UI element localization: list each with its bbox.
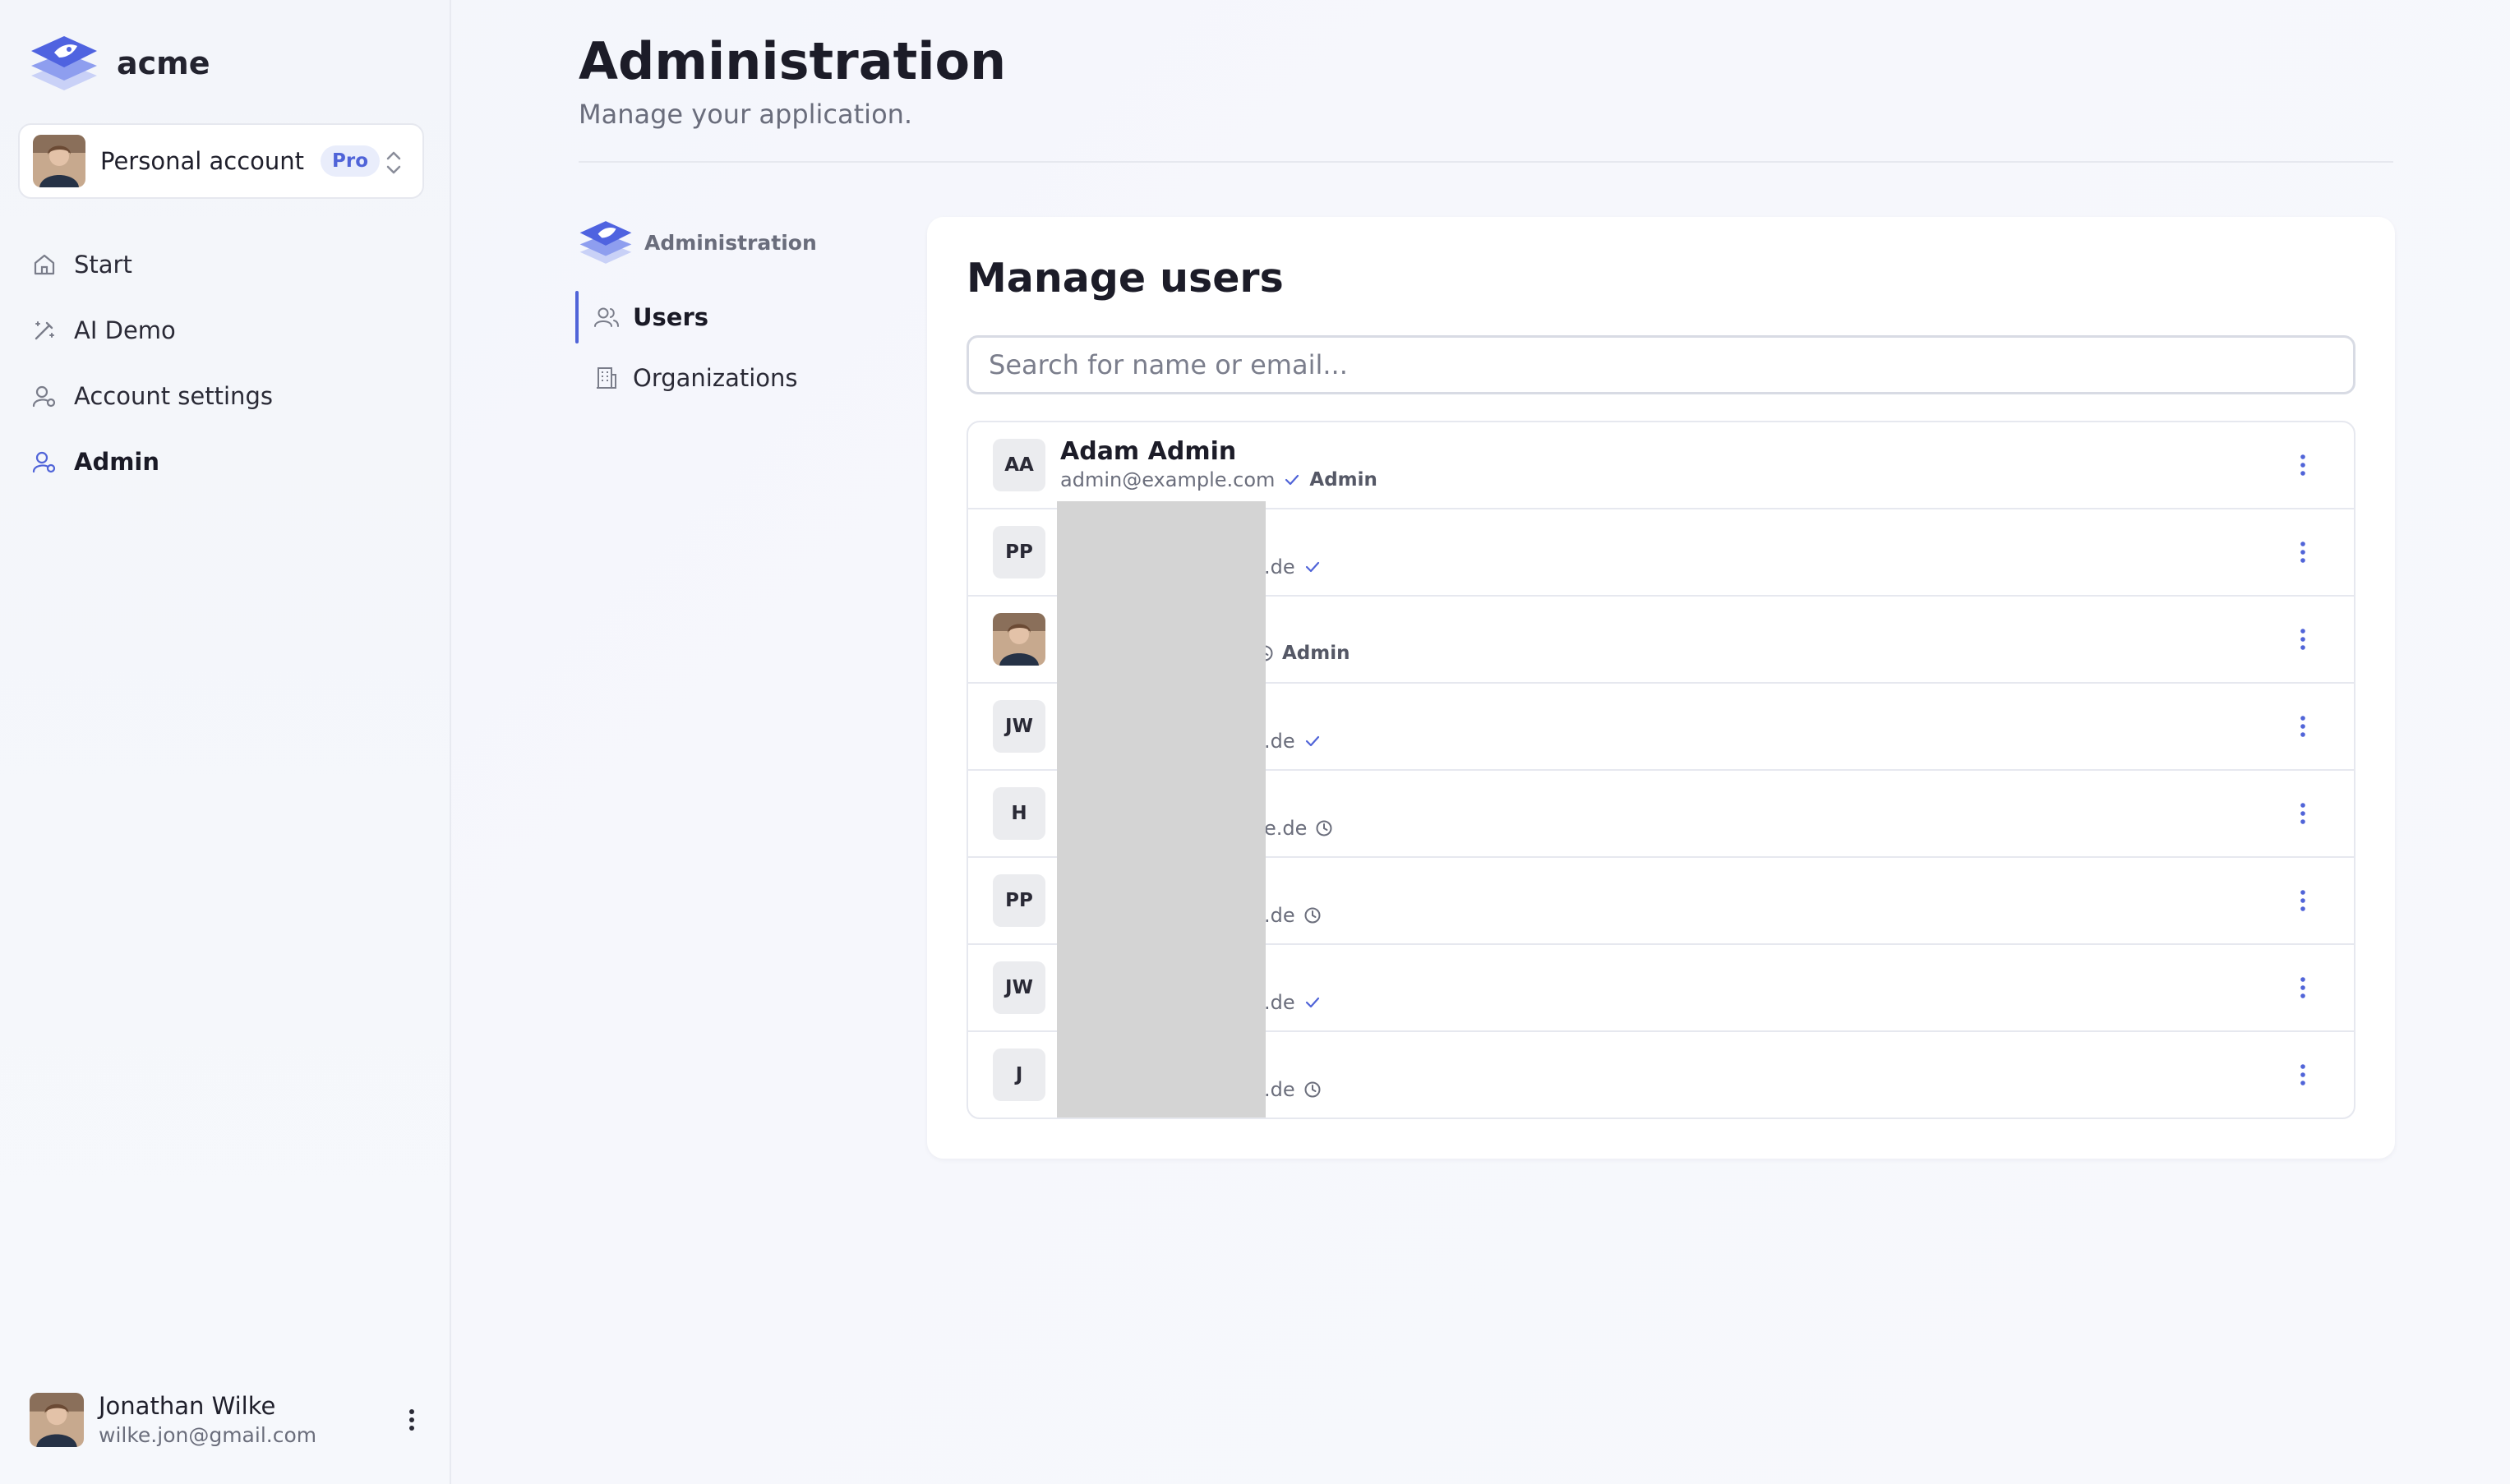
search-input[interactable] [967, 335, 2355, 394]
user-email: .de [1264, 1078, 1295, 1101]
nav-item-ai-demo[interactable]: AI Demo [31, 297, 273, 363]
user-email: admin@example.com [1060, 468, 1276, 491]
more-vertical-icon[interactable] [2293, 624, 2313, 654]
home-icon [34, 254, 55, 275]
nav-item-start[interactable]: Start [31, 232, 273, 297]
avatar [993, 613, 1045, 666]
brand-name: acme [117, 45, 210, 81]
admin-subnav: Administration Users Organizations [575, 217, 874, 404]
subnav-label: Users [633, 303, 709, 331]
avatar-initials: JW [993, 961, 1045, 1014]
more-vertical-icon[interactable] [2293, 1060, 2313, 1090]
nav-label: Start [74, 251, 132, 279]
subnav-label: Organizations [633, 364, 798, 392]
more-vertical-icon[interactable] [2293, 973, 2313, 1002]
page-subtitle: Manage your application. [579, 99, 913, 130]
avatar-initials: PP [993, 526, 1045, 578]
avatar-initials: H [993, 787, 1045, 840]
check-icon [1285, 474, 1299, 486]
user-list: AA Adam Admin admin@example.com Admin PP… [967, 421, 2355, 1119]
clock-icon [1316, 820, 1332, 836]
more-vertical-icon[interactable] [2293, 886, 2313, 915]
user-meta: admin@example.com Admin [1060, 468, 1377, 491]
current-user: Jonathan Wilke wilke.jon@gmail.com [30, 1392, 424, 1447]
subnav-heading-label: Administration [644, 230, 817, 255]
plan-badge: Pro [321, 145, 381, 177]
more-vertical-icon[interactable] [2293, 799, 2313, 828]
user-meta: .de [1264, 730, 1322, 753]
user-meta: .de [1264, 1078, 1322, 1101]
subnav-item-organizations[interactable]: Organizations [579, 352, 874, 404]
user-photo-icon [993, 613, 1045, 666]
check-icon [1305, 561, 1319, 573]
more-vertical-icon[interactable] [2293, 712, 2313, 741]
avatar [33, 135, 85, 187]
acme-logo-icon [31, 36, 97, 90]
avatar [30, 1392, 84, 1447]
more-vertical-icon[interactable] [2293, 537, 2313, 567]
check-icon [1305, 735, 1319, 747]
user-cog-icon [32, 385, 56, 408]
nav-item-admin[interactable]: Admin [31, 429, 273, 495]
avatar-initials: PP [993, 874, 1045, 927]
user-email: .de [1264, 991, 1295, 1014]
user-email: .de [1264, 904, 1295, 927]
more-vertical-icon[interactable] [399, 1405, 424, 1435]
users-icon [594, 307, 619, 327]
wand-icon [35, 321, 54, 340]
subnav-heading: Administration [579, 217, 874, 268]
card-title: Manage users [967, 255, 1284, 302]
brand[interactable]: acme [30, 33, 210, 94]
user-row[interactable]: AA Adam Admin admin@example.com Admin [968, 422, 2354, 509]
user-meta: e.de [1264, 817, 1333, 840]
nav-label: Admin [74, 448, 160, 476]
user-photo-icon [33, 135, 85, 187]
role-badge: Admin [1309, 469, 1377, 491]
building-icon [597, 367, 616, 389]
nav-item-account-settings[interactable]: Account settings [31, 363, 273, 429]
clock-icon [1304, 1081, 1321, 1098]
account-name: Personal account [100, 147, 305, 175]
sidebar: acme Personal account Pro Start AI Demo … [0, 0, 451, 1484]
user-shield-icon [32, 451, 56, 473]
divider [579, 161, 2393, 163]
clock-icon [1304, 907, 1321, 924]
redaction-block [1057, 501, 1266, 1118]
user-email: e.de [1264, 817, 1308, 840]
check-icon [1305, 997, 1319, 1008]
main-nav: Start AI Demo Account settings Admin [31, 232, 273, 495]
user-meta: Admin [1256, 643, 1350, 664]
user-name: Adam Admin [1060, 437, 1237, 466]
acme-logo-icon [579, 221, 632, 264]
user-meta: .de [1264, 904, 1322, 927]
avatar-initials: J [993, 1048, 1045, 1101]
user-photo-icon [30, 1392, 84, 1447]
user-email: .de [1264, 730, 1295, 753]
role-badge: Admin [1282, 643, 1350, 664]
manage-users-card: Manage users AA Adam Admin admin@example… [927, 217, 2395, 1159]
account-switcher[interactable]: Personal account Pro [18, 123, 424, 199]
nav-label: AI Demo [74, 316, 176, 344]
current-user-name: Jonathan Wilke [99, 1392, 276, 1420]
user-email: .de [1264, 555, 1295, 578]
more-vertical-icon[interactable] [2293, 450, 2313, 480]
chevron-up-down-icon[interactable] [383, 146, 404, 179]
avatar-initials: AA [993, 439, 1045, 491]
avatar-initials: JW [993, 700, 1045, 753]
user-meta: .de [1264, 991, 1322, 1014]
subnav-item-users[interactable]: Users [575, 291, 874, 343]
current-user-email: wilke.jon@gmail.com [99, 1423, 317, 1447]
user-meta: .de [1264, 555, 1322, 578]
nav-label: Account settings [74, 382, 273, 410]
page-title: Administration [579, 31, 1007, 91]
